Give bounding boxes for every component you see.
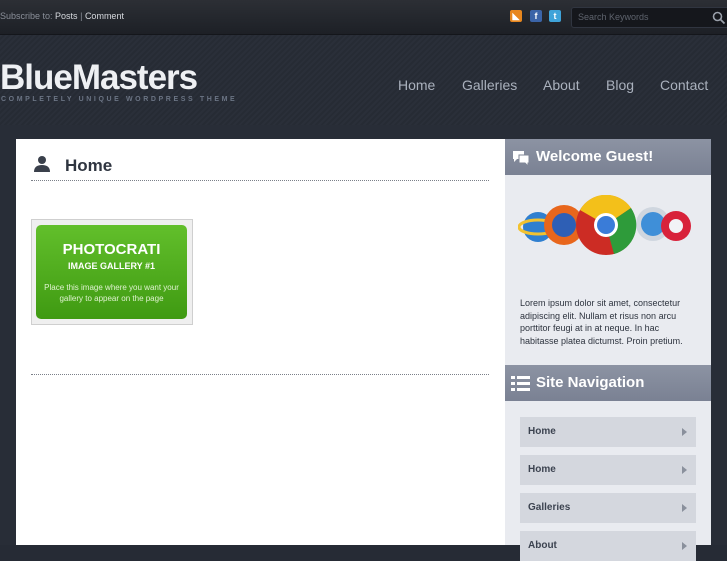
welcome-header: Welcome Guest! (505, 139, 711, 175)
sidebar-nav-label: Home (528, 464, 556, 475)
list-icon (511, 376, 530, 391)
main-content (16, 139, 505, 545)
twitter-glyph: t (553, 11, 557, 21)
sidebar-nav-label: Home (528, 426, 556, 437)
twitter-icon[interactable]: t (549, 10, 561, 22)
chat-icon (513, 151, 530, 167)
gallery-placeholder[interactable]: PHOTOCRATI IMAGE GALLERY #1 Place this i… (36, 225, 187, 319)
site-navigation-header: Site Navigation (505, 365, 711, 401)
chevron-right-icon (682, 466, 687, 474)
facebook-glyph: f (534, 11, 538, 21)
nav-blog[interactable]: Blog (606, 77, 634, 93)
chevron-right-icon (682, 542, 687, 550)
browser-logos-image (518, 195, 691, 255)
facebook-icon[interactable]: f (530, 10, 542, 22)
sidebar-nav-label: Galleries (528, 502, 571, 513)
site-navigation-heading: Site Navigation (536, 374, 645, 391)
chevron-right-icon (682, 504, 687, 512)
sidebar-nav-home-2[interactable]: Home (520, 455, 696, 485)
subscribe-links: Subscribe to: Posts | Comment (0, 11, 124, 21)
sidebar-nav-label: About (528, 540, 557, 551)
sidebar-nav-home[interactable]: Home (520, 417, 696, 447)
separator: | (80, 11, 83, 21)
posts-link[interactable]: Posts (55, 11, 78, 21)
comment-link[interactable]: Comment (85, 11, 124, 21)
search-icon[interactable] (712, 11, 726, 25)
nav-about[interactable]: About (543, 77, 580, 93)
sidebar-nav-galleries[interactable]: Galleries (520, 493, 696, 523)
site-tagline: COMPLETELY UNIQUE WORDPRESS THEME (1, 96, 238, 103)
site-header: BlueMasters COMPLETELY UNIQUE WORDPRESS … (0, 35, 727, 125)
chevron-right-icon (682, 428, 687, 436)
nav-galleries[interactable]: Galleries (462, 77, 517, 93)
top-bar: Subscribe to: Posts | Comment ◣ f t (0, 0, 727, 35)
site-logo[interactable]: BlueMasters (0, 58, 198, 98)
gallery-subtitle: IMAGE GALLERY #1 (67, 261, 156, 271)
divider (31, 374, 489, 375)
search-box (571, 7, 727, 28)
sidebar-nav-about[interactable]: About (520, 531, 696, 561)
subscribe-label: Subscribe to: (0, 11, 53, 21)
gallery-note: Place this image where you want your gal… (44, 283, 179, 303)
rss-glyph: ◣ (512, 11, 520, 21)
rss-icon[interactable]: ◣ (510, 10, 522, 22)
gallery-title: PHOTOCRATI (62, 241, 161, 258)
page-title: Home (65, 156, 113, 175)
nav-contact[interactable]: Contact (660, 77, 708, 93)
welcome-text: Lorem ipsum dolor sit amet, consectetur … (520, 298, 683, 346)
user-icon (34, 156, 50, 172)
divider (31, 180, 489, 181)
search-input[interactable] (578, 10, 708, 24)
nav-home[interactable]: Home (398, 77, 435, 93)
welcome-heading: Welcome Guest! (536, 148, 654, 165)
